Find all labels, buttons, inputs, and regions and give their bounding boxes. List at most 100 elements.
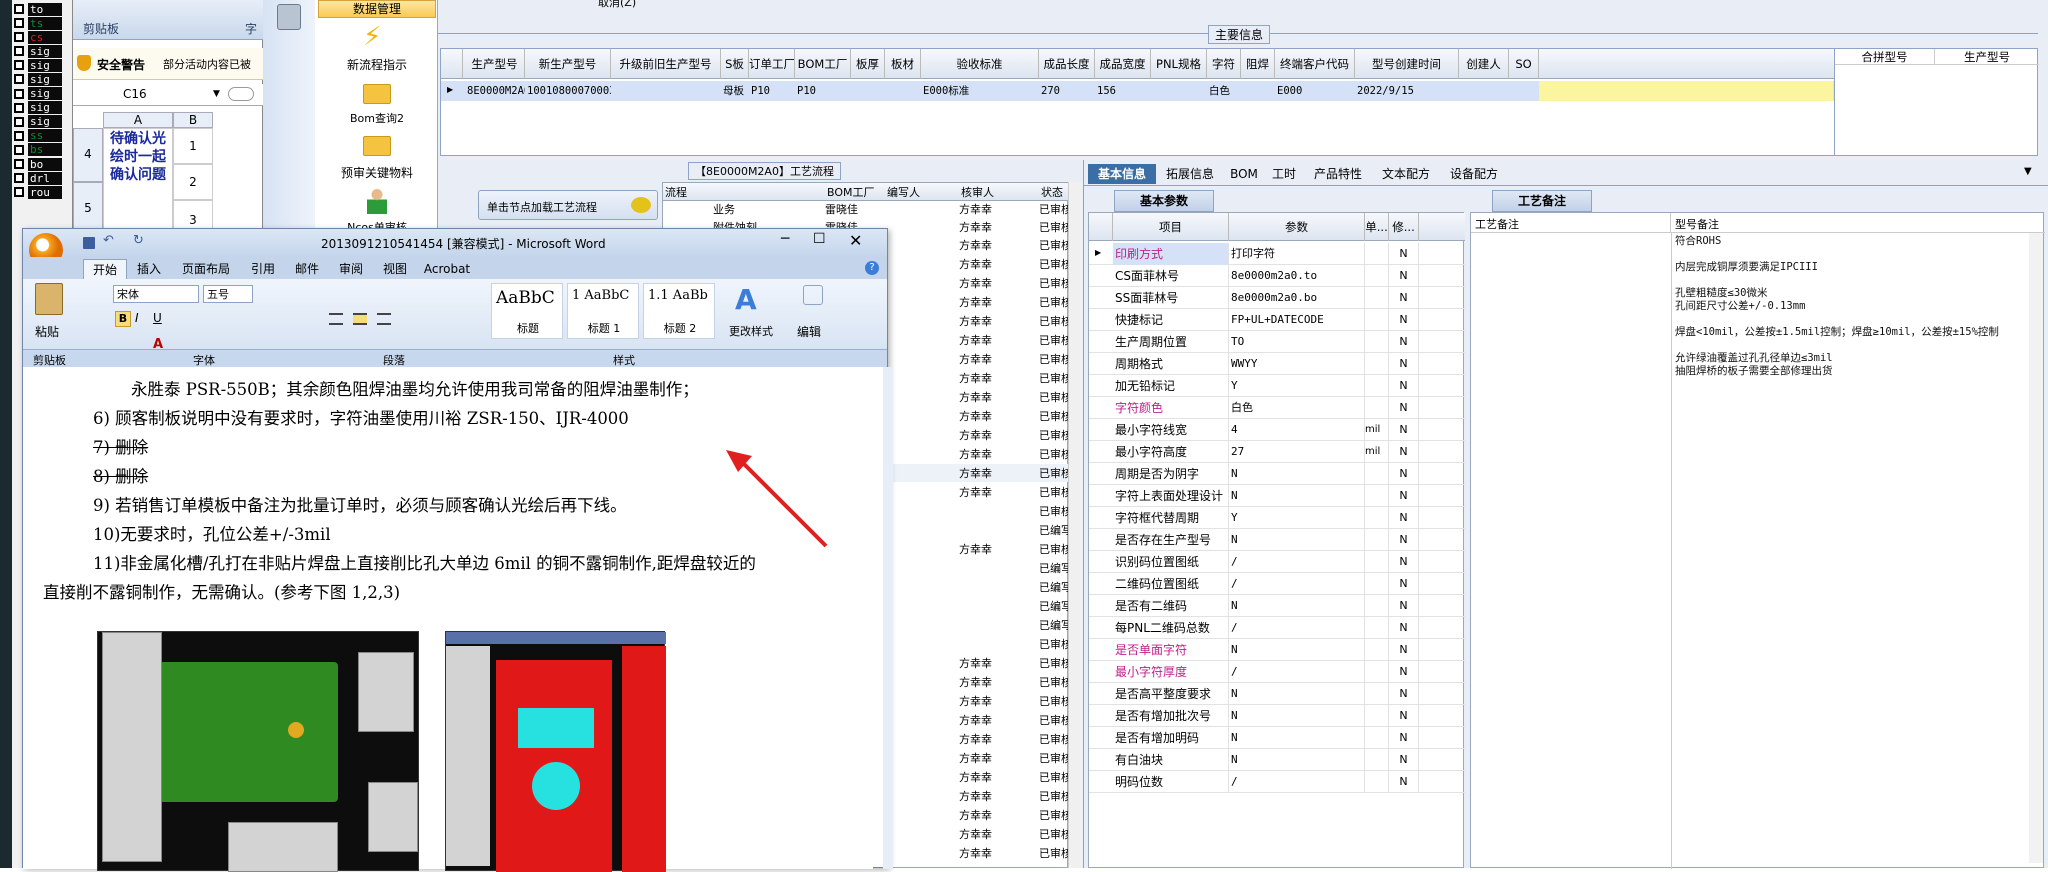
layer-checkbox[interactable] xyxy=(14,144,24,155)
param-value[interactable]: WWYY xyxy=(1229,353,1365,375)
layer-checkbox[interactable] xyxy=(14,60,24,71)
param-flag[interactable]: N xyxy=(1389,397,1419,419)
cell[interactable]: E000标准 xyxy=(923,81,1039,101)
cell[interactable]: 1 xyxy=(173,128,213,164)
ribbon-tab-4[interactable]: 邮件 xyxy=(285,259,329,279)
column-header[interactable]: 生产型号 xyxy=(1935,49,2039,65)
param-row[interactable]: 明码位数 / N xyxy=(1089,771,1465,793)
ribbon-tab-2[interactable]: 页面布局 xyxy=(171,259,241,279)
row-header[interactable]: 4 xyxy=(73,128,103,182)
param-value[interactable]: Y xyxy=(1229,375,1365,397)
param-row[interactable]: 是否存在生产型号 N N xyxy=(1089,529,1465,551)
param-flag[interactable]: N xyxy=(1389,441,1419,463)
close-button[interactable]: ✕ xyxy=(849,231,862,250)
cell[interactable]: 156 xyxy=(1097,81,1151,101)
param-row[interactable]: 快捷标记 FP+UL+DATECODE N xyxy=(1089,309,1465,331)
param-value[interactable]: 27 xyxy=(1229,441,1365,463)
tab-4[interactable]: 产品特性 xyxy=(1304,164,1372,184)
layer-item[interactable]: sig xyxy=(14,72,72,86)
cell[interactable]: 270 xyxy=(1041,81,1095,101)
ribbon-tab-0[interactable]: 开始 xyxy=(83,259,127,279)
align-right-icon[interactable] xyxy=(377,313,391,325)
col-header-b[interactable]: B xyxy=(173,112,213,128)
column-header[interactable]: 升级前旧生产型号 xyxy=(611,49,721,79)
folder-icon[interactable] xyxy=(363,136,391,156)
layer-checkbox[interactable] xyxy=(14,32,24,43)
cell[interactable]: 母板 xyxy=(723,81,749,101)
param-flag[interactable]: N xyxy=(1389,463,1419,485)
style-item[interactable]: AaBbC 标题 xyxy=(491,283,563,339)
tab-1[interactable]: 拓展信息 xyxy=(1156,164,1224,184)
param-row[interactable]: 周期格式 WWYY N xyxy=(1089,353,1465,375)
formula-button[interactable] xyxy=(228,87,254,101)
maximize-button[interactable]: ☐ xyxy=(813,231,826,247)
column-header[interactable]: 项目 xyxy=(1113,213,1229,241)
column-header[interactable]: 订单工厂 xyxy=(749,49,795,79)
ribbon-tab-5[interactable]: 审阅 xyxy=(329,259,373,279)
cell[interactable] xyxy=(1461,81,1509,101)
layer-item[interactable]: drl xyxy=(14,171,72,185)
param-flag[interactable]: N xyxy=(1389,617,1419,639)
param-row[interactable]: 是否单面字符 N N xyxy=(1089,639,1465,661)
param-row[interactable]: 识别码位置图纸 / N xyxy=(1089,551,1465,573)
cell[interactable]: P10 xyxy=(797,81,851,101)
font-name-select[interactable]: 宋体 xyxy=(113,285,199,303)
cell[interactable] xyxy=(1153,81,1207,101)
column-header[interactable]: 阻焊 xyxy=(1241,49,1275,79)
doc-scrollbar[interactable] xyxy=(883,367,893,869)
align-center-icon[interactable] xyxy=(353,313,367,325)
column-header[interactable]: 成品宽度 xyxy=(1095,49,1151,79)
merged-cell[interactable]: 待确认光绘时一起确认问题 xyxy=(103,128,173,240)
layer-item[interactable]: to xyxy=(14,2,72,16)
folder-icon[interactable] xyxy=(363,84,391,104)
save-icon[interactable] xyxy=(83,237,95,249)
tab-5[interactable]: 文本配方 xyxy=(1372,164,1440,184)
param-flag[interactable]: N xyxy=(1389,661,1419,683)
param-value[interactable]: N xyxy=(1229,639,1365,661)
param-flag[interactable]: N xyxy=(1389,749,1419,771)
param-flag[interactable]: N xyxy=(1389,639,1419,661)
help-icon[interactable]: ? xyxy=(865,261,879,275)
column-header[interactable]: 参数 xyxy=(1229,213,1365,241)
param-row[interactable]: 最小字符线宽 4 mil N xyxy=(1089,419,1465,441)
layer-checkbox[interactable] xyxy=(14,116,24,127)
column-header[interactable]: S板 xyxy=(721,49,749,79)
param-flag[interactable]: N xyxy=(1389,331,1419,353)
paste-label[interactable]: 粘贴 xyxy=(35,323,59,340)
param-flag[interactable]: N xyxy=(1389,529,1419,551)
layer-item[interactable]: ss xyxy=(14,129,72,143)
data-mgmt-header[interactable]: 数据管理 xyxy=(318,0,436,18)
param-flag[interactable]: N xyxy=(1389,595,1419,617)
param-row[interactable]: CS面菲林号 8e0000m2a0.to N xyxy=(1089,265,1465,287)
align-left-icon[interactable] xyxy=(329,313,343,325)
param-value[interactable]: / xyxy=(1229,551,1365,573)
column-header[interactable]: 合拼型号 xyxy=(1835,49,1935,65)
param-row[interactable]: 字符框代替周期 Y N xyxy=(1089,507,1465,529)
param-row[interactable]: 字符上表面处理设计 N N xyxy=(1089,485,1465,507)
param-flag[interactable]: N xyxy=(1389,353,1419,375)
param-flag[interactable]: N xyxy=(1389,287,1419,309)
layer-checkbox[interactable] xyxy=(14,74,24,85)
param-flag[interactable]: N xyxy=(1389,573,1419,595)
flow-node[interactable]: 业务 xyxy=(713,201,735,217)
layer-item[interactable]: sig xyxy=(14,101,72,115)
param-value[interactable]: 打印字符 xyxy=(1229,243,1365,265)
layer-checkbox[interactable] xyxy=(14,102,24,113)
column-header[interactable]: 终端客户代码 xyxy=(1275,49,1355,79)
layer-item[interactable]: sig xyxy=(14,44,72,58)
lightning-icon[interactable]: ⚡ xyxy=(363,22,381,52)
redo-icon[interactable]: ↻ xyxy=(133,233,144,248)
param-row[interactable]: ▶ 印刷方式 打印字符 N xyxy=(1089,243,1465,265)
style-item[interactable]: 1 AaBbC 标题 1 xyxy=(567,283,639,339)
param-value[interactable]: N xyxy=(1229,749,1365,771)
param-flag[interactable]: N xyxy=(1389,551,1419,573)
param-flag[interactable]: N xyxy=(1389,507,1419,529)
layer-item[interactable]: sig xyxy=(14,115,72,129)
name-box-dropdown-icon[interactable]: ▼ xyxy=(213,89,220,99)
params-tab[interactable]: 基本参数 xyxy=(1114,190,1214,212)
cell[interactable]: 2022/9/15 xyxy=(1357,81,1459,101)
param-row[interactable]: 是否有增加批次号 N N xyxy=(1089,705,1465,727)
param-row[interactable]: 是否有二维码 N N xyxy=(1089,595,1465,617)
layer-item[interactable]: sig xyxy=(14,58,72,72)
column-header[interactable]: SO xyxy=(1509,49,1539,79)
